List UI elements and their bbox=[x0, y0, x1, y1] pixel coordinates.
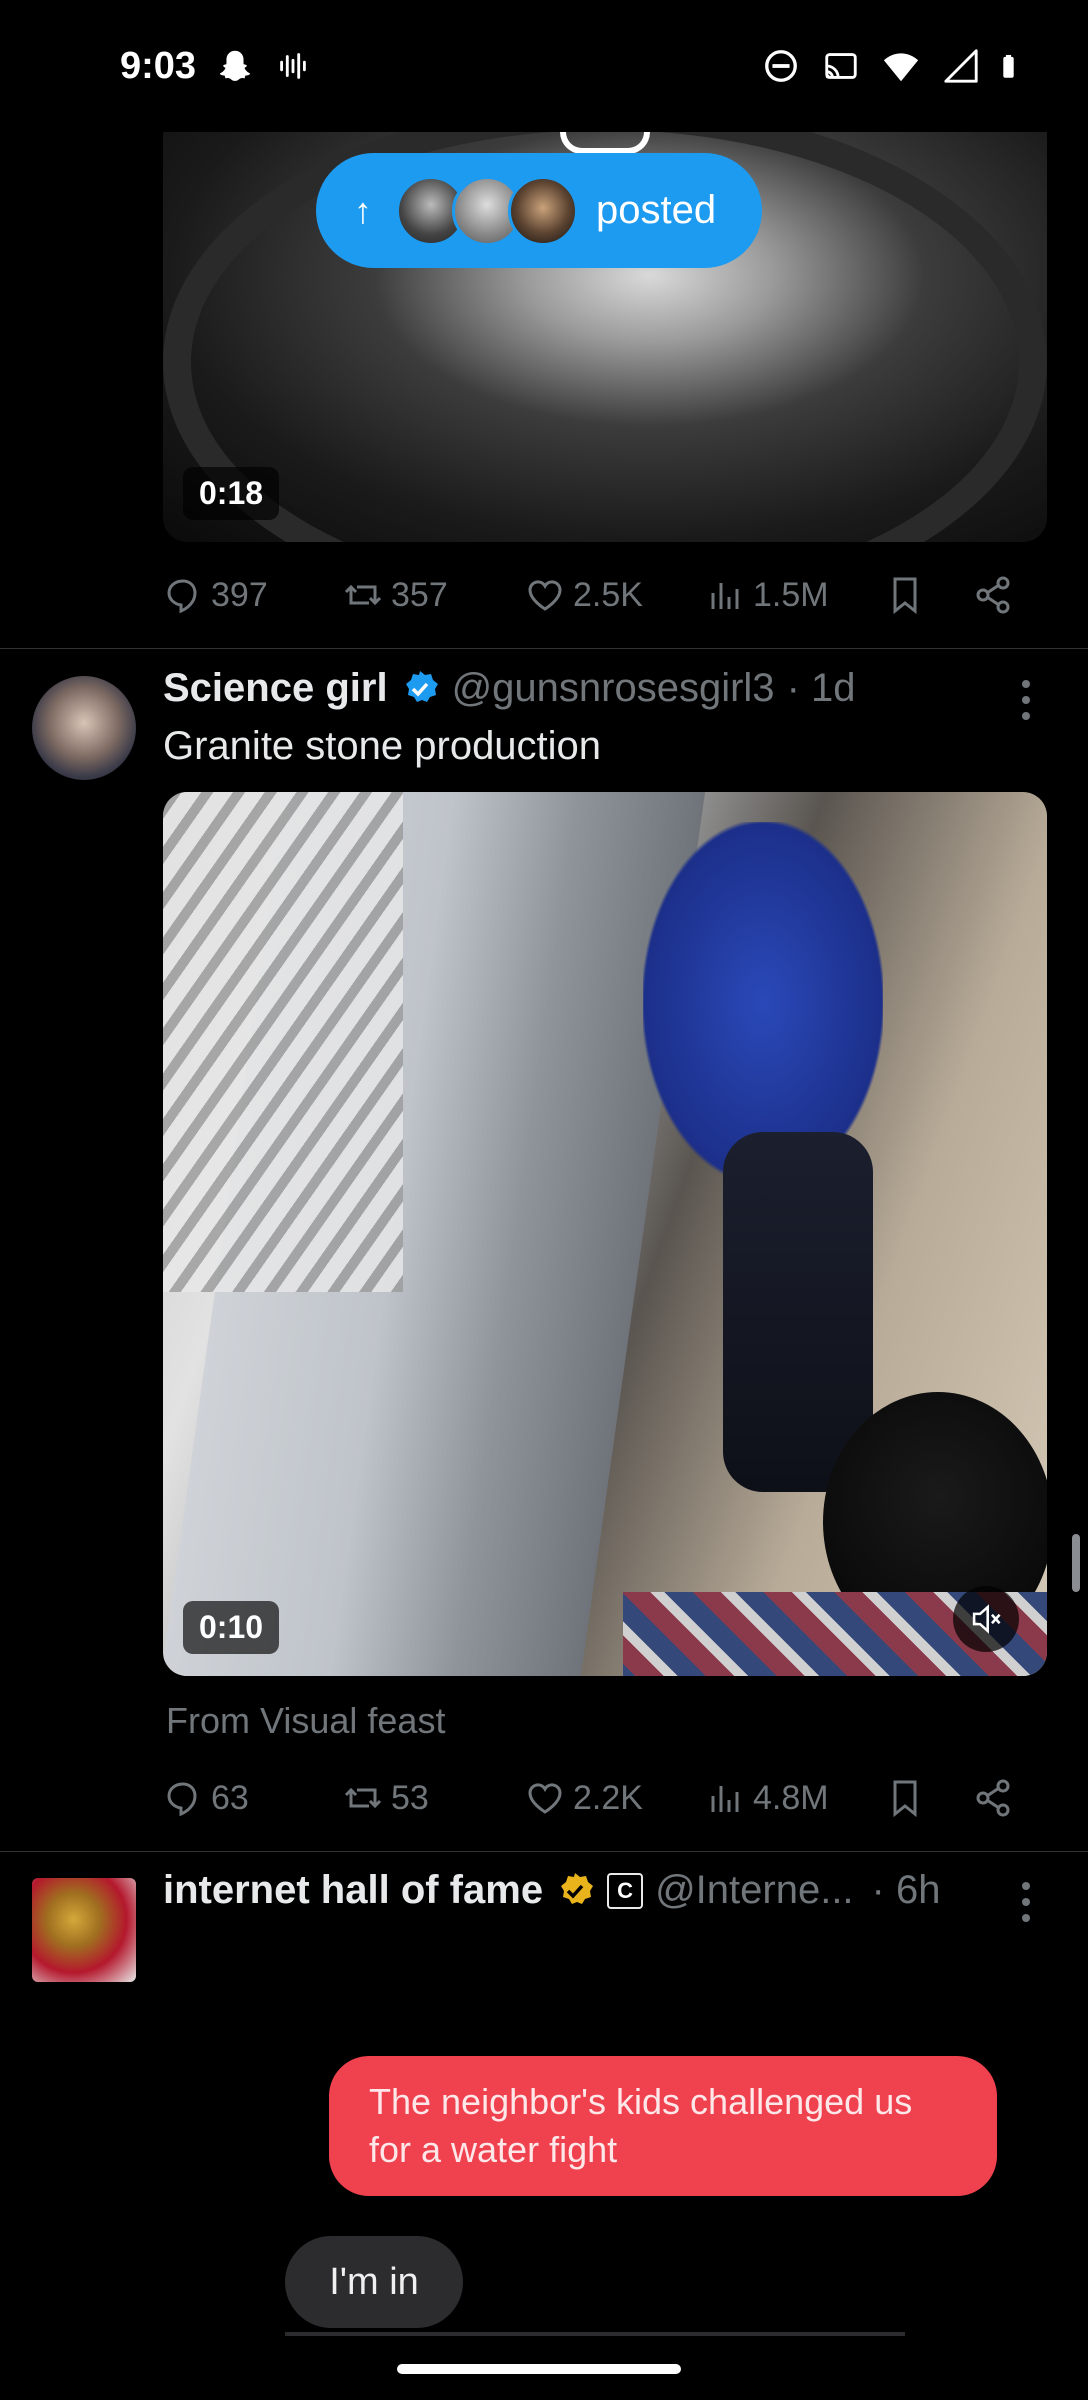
mute-button[interactable] bbox=[953, 1586, 1019, 1652]
like-count: 2.5K bbox=[573, 575, 643, 614]
posted-avatars bbox=[396, 175, 578, 246]
views-count: 4.8M bbox=[753, 1778, 829, 1817]
tweet-text: Granite stone production bbox=[163, 724, 602, 768]
repost-icon bbox=[344, 584, 382, 606]
internet-hall-of-fame-avatar[interactable] bbox=[32, 1878, 136, 1982]
message-bubble-grey: I'm in bbox=[285, 2236, 463, 2328]
bookmark-button[interactable] bbox=[885, 575, 973, 615]
message-divider bbox=[285, 2332, 905, 2336]
reply-icon bbox=[167, 1782, 197, 1817]
status-bar: 9:03 bbox=[0, 0, 1088, 132]
tweet-time: · 1d bbox=[786, 666, 856, 710]
speaker-muted-icon bbox=[972, 1604, 1001, 1634]
share-button[interactable] bbox=[973, 1778, 1013, 1818]
arrow-up-icon: ↑ bbox=[354, 189, 372, 231]
share-icon bbox=[976, 576, 1010, 614]
bookmark-icon bbox=[893, 1780, 917, 1818]
tweet2-video[interactable]: 0:10 bbox=[163, 792, 1047, 1676]
bookmark-button[interactable] bbox=[885, 1778, 973, 1818]
share-icon bbox=[976, 1779, 1010, 1817]
author-name[interactable]: internet hall of fame bbox=[163, 1868, 543, 1913]
verified-gold-icon bbox=[561, 1872, 594, 1904]
avatar bbox=[508, 175, 578, 246]
battery-icon bbox=[1003, 54, 1014, 78]
reply-button[interactable]: 397 bbox=[163, 575, 343, 615]
reply-count: 397 bbox=[211, 575, 268, 614]
cast-icon bbox=[825, 53, 857, 79]
repost-icon bbox=[344, 1787, 382, 1809]
affiliate-badge-icon: C bbox=[607, 1872, 644, 1909]
repost-button[interactable]: 53 bbox=[343, 1778, 525, 1818]
verified-blue-icon bbox=[405, 670, 438, 702]
new-posts-pill[interactable]: ↑ posted bbox=[316, 153, 762, 268]
reply-icon bbox=[167, 579, 197, 614]
striped-slab bbox=[163, 792, 403, 1292]
views-button[interactable]: 1.5M bbox=[705, 575, 885, 615]
pill-refresh-ring bbox=[560, 132, 650, 154]
video-duration-badge: 0:18 bbox=[183, 467, 280, 520]
home-indicator[interactable] bbox=[397, 2364, 681, 2374]
more-options-icon[interactable] bbox=[1020, 1882, 1032, 1922]
do-not-disturb-icon bbox=[765, 50, 797, 82]
bookmark-icon bbox=[893, 577, 917, 615]
repost-count: 53 bbox=[391, 1778, 429, 1817]
divider bbox=[0, 1851, 1088, 1852]
tweet1-actions: 397 357 2.5K 1.5M bbox=[163, 565, 1047, 625]
like-button[interactable]: 2.5K bbox=[525, 575, 705, 615]
from-attribution[interactable]: From Visual feast bbox=[166, 1700, 445, 1742]
reply-button[interactable]: 63 bbox=[163, 1778, 343, 1818]
author-name[interactable]: Science girl bbox=[163, 666, 388, 711]
video-duration-badge: 0:10 bbox=[183, 1601, 280, 1654]
views-count: 1.5M bbox=[753, 575, 829, 614]
snapchat-icon bbox=[219, 50, 251, 81]
tweet3-video[interactable]: The neighbor's kids challenged us for a … bbox=[163, 2000, 1047, 2400]
heart-icon bbox=[528, 580, 562, 611]
wifi-icon bbox=[883, 53, 919, 82]
repost-count: 357 bbox=[391, 575, 448, 614]
status-time: 9:03 bbox=[120, 44, 197, 87]
reply-count: 63 bbox=[211, 1778, 249, 1817]
repost-button[interactable]: 357 bbox=[343, 575, 525, 615]
views-icon bbox=[711, 1786, 739, 1812]
divider bbox=[0, 648, 1088, 649]
science-girl-avatar[interactable] bbox=[32, 676, 136, 780]
author-handle[interactable]: @Interne... bbox=[655, 1868, 853, 1913]
tweet2-actions: 63 53 2.2K 4.8M bbox=[163, 1768, 1047, 1828]
like-button[interactable]: 2.2K bbox=[525, 1778, 705, 1818]
tweet-time: · 6h bbox=[871, 1868, 941, 1912]
views-icon bbox=[711, 583, 739, 609]
sound-wave-icon bbox=[280, 53, 306, 79]
share-button[interactable] bbox=[973, 575, 1013, 615]
message-bubble-red: The neighbor's kids challenged us for a … bbox=[329, 2056, 997, 2196]
posted-label: posted bbox=[596, 188, 717, 232]
cell-signal-icon bbox=[944, 49, 978, 83]
worker-figure bbox=[643, 822, 883, 1182]
scrollbar-thumb[interactable] bbox=[1072, 1534, 1080, 1592]
author-handle[interactable]: @gunsnrosesgirl3 bbox=[452, 666, 775, 711]
tweet3-header: internet hall of fame C @Interne... · 6h bbox=[163, 1868, 940, 1913]
heart-icon bbox=[528, 1783, 562, 1814]
tweet2-header: Science girl @gunsnrosesgirl3 · 1d bbox=[163, 666, 856, 711]
views-button[interactable]: 4.8M bbox=[705, 1778, 885, 1818]
more-options-icon[interactable] bbox=[1020, 680, 1032, 720]
like-count: 2.2K bbox=[573, 1778, 643, 1817]
